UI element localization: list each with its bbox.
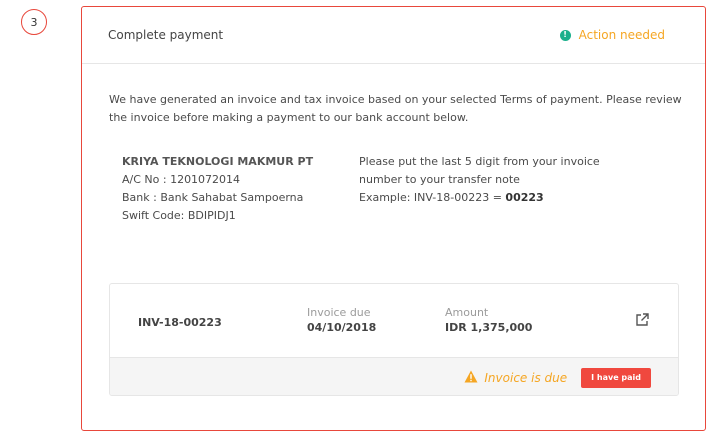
invoice-number: INV-18-00223	[138, 316, 222, 329]
note-line-1: Please put the last 5 digit from your in…	[359, 155, 600, 168]
swift-code: Swift Code: BDIPIDJ1	[122, 209, 236, 222]
example-prefix: Example: INV-18-00223 =	[359, 191, 506, 204]
account-number: A/C No : 1201072014	[122, 173, 241, 186]
status-label: Action needed	[578, 28, 665, 42]
amount-label: Amount	[445, 306, 489, 319]
invoice-due-label: Invoice due	[307, 306, 371, 319]
example-code: 00223	[505, 191, 544, 204]
warning-icon	[464, 370, 478, 386]
account-holder: KRIYA TEKNOLOGI MAKMUR PT	[122, 155, 314, 168]
invoice-due-status: Invoice is due	[464, 370, 567, 386]
info-icon: !	[559, 29, 571, 41]
invoice-due-column: Invoice due 04/10/2018	[307, 306, 376, 334]
note-example: Example: INV-18-00223 = 00223	[359, 189, 600, 207]
invoice-due-value: 04/10/2018	[307, 321, 377, 334]
step-number: 3	[21, 9, 47, 35]
amount-column: Amount IDR 1,375,000	[445, 306, 532, 334]
note-line-2: number to your transfer note	[359, 173, 520, 186]
bank-details: KRIYA TEKNOLOGI MAKMUR PT A/C No : 12010…	[122, 153, 313, 225]
invoice-box: INV-18-00223 Invoice due 04/10/2018 Amou…	[109, 283, 679, 396]
due-status-label: Invoice is due	[484, 370, 568, 385]
intro-text: We have generated an invoice and tax inv…	[109, 93, 682, 124]
i-have-paid-button[interactable]: I have paid	[581, 367, 651, 388]
payment-card: Complete payment ! Action needed We have…	[81, 6, 706, 431]
bank-name: Bank : Bank Sahabat Sampoerna	[122, 191, 304, 204]
transfer-note: Please put the last 5 digit from your in…	[359, 153, 600, 207]
invoice-footer: Invoice is due I have paid	[110, 357, 678, 395]
action-status: ! Action needed	[559, 28, 665, 42]
external-link-icon[interactable]	[634, 312, 650, 328]
card-title: Complete payment	[108, 28, 224, 42]
invoice-row: INV-18-00223 Invoice due 04/10/2018 Amou…	[110, 284, 678, 357]
card-header: Complete payment ! Action needed	[82, 7, 705, 64]
amount-value: IDR 1,375,000	[445, 321, 533, 334]
